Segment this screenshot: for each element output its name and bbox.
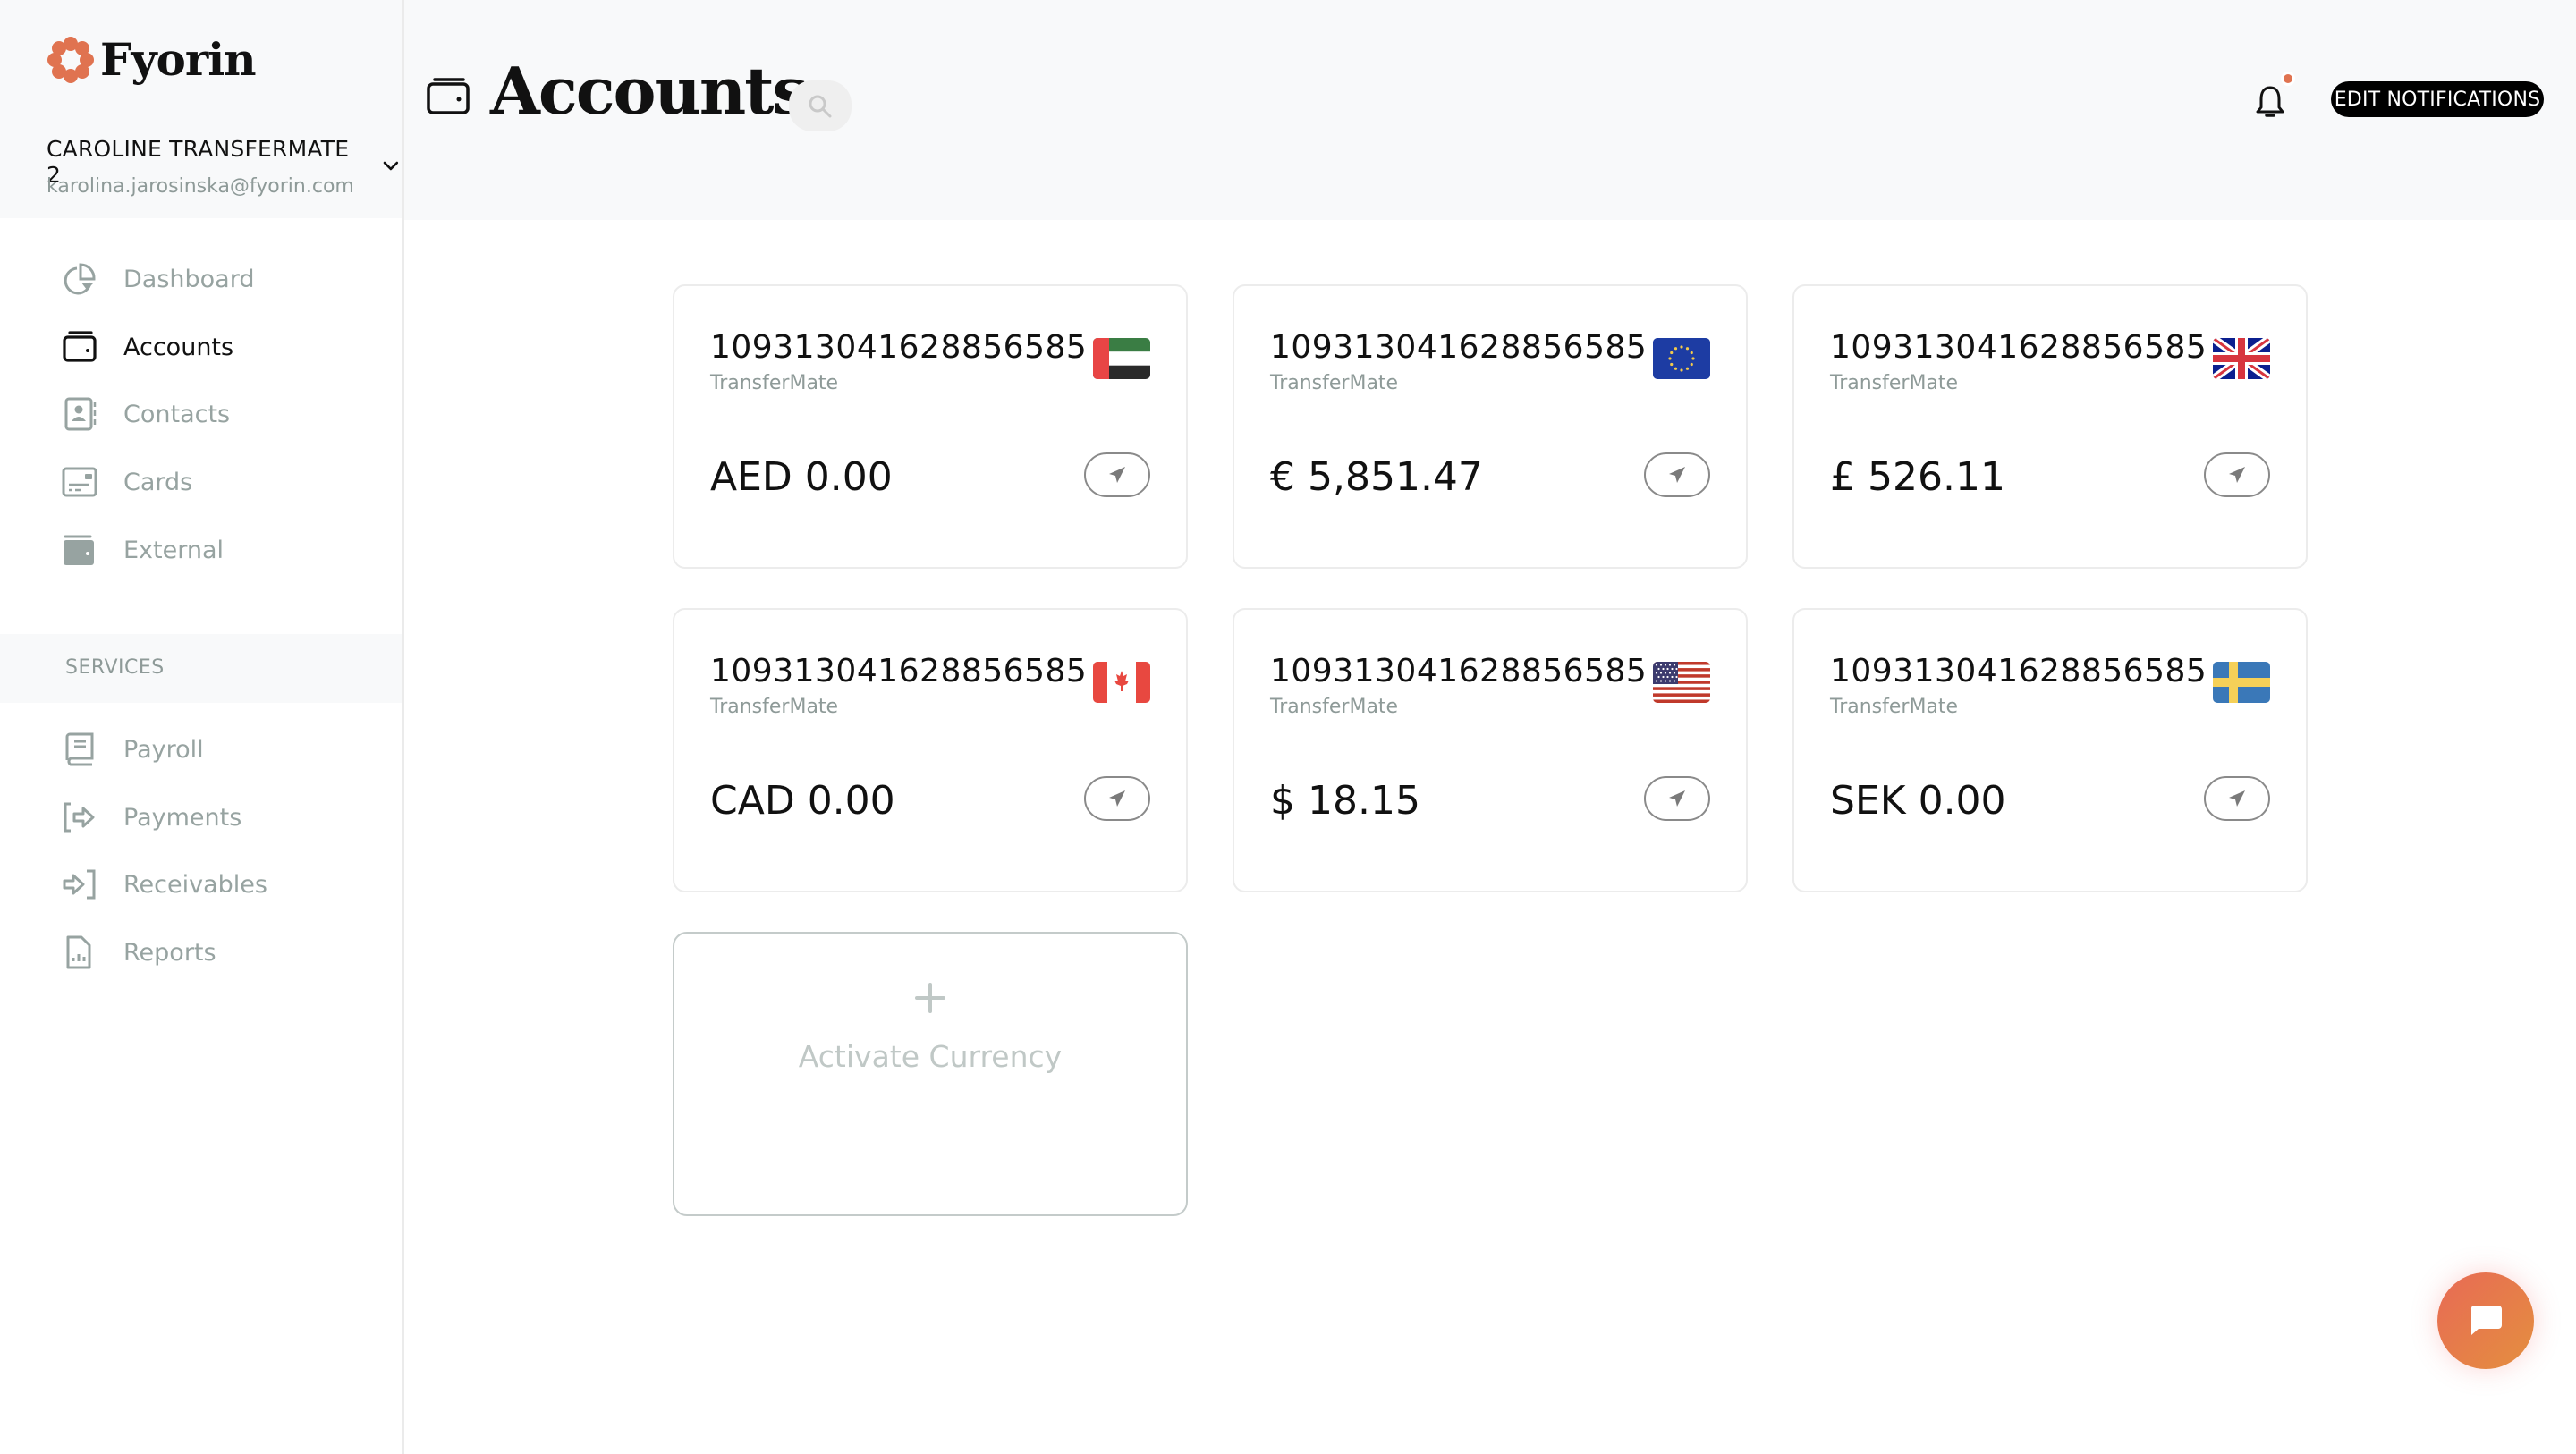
us-flag-icon xyxy=(1653,662,1710,703)
sidebar-item-label: Payroll xyxy=(123,735,204,764)
payroll-book-icon xyxy=(61,731,98,768)
sidebar-item-label: Receivables xyxy=(123,870,267,899)
paper-plane-icon xyxy=(2229,790,2245,807)
sidebar-item-contacts[interactable]: Contacts xyxy=(0,387,402,441)
account-number: 109313041628856585 xyxy=(710,653,1088,689)
sidebar-item-payroll[interactable]: Payroll xyxy=(0,723,402,776)
payment-out-icon xyxy=(61,799,98,836)
support-chat-button[interactable] xyxy=(2437,1272,2534,1369)
eu-flag-icon xyxy=(1653,338,1710,379)
sidebar-item-label: Accounts xyxy=(123,333,234,361)
account-provider: TransferMate xyxy=(1830,696,1959,718)
paper-plane-icon xyxy=(1669,790,1685,807)
brand-logo[interactable]: Fyorin xyxy=(47,33,257,86)
account-number: 109313041628856585 xyxy=(1270,329,1648,366)
send-money-button[interactable] xyxy=(1084,776,1150,821)
notification-badge xyxy=(2281,72,2295,86)
services-section-header: SERVICES xyxy=(0,634,402,703)
canada-flag-icon xyxy=(1093,662,1150,703)
search-icon xyxy=(809,95,832,117)
wallet-icon xyxy=(61,328,98,366)
sidebar-item-label: Cards xyxy=(123,468,193,496)
account-balance: € 5,851.47 xyxy=(1270,454,1483,500)
account-provider: TransferMate xyxy=(1830,372,1959,394)
sidebar-item-receivables[interactable]: Receivables xyxy=(0,858,402,911)
services-label: SERVICES xyxy=(65,656,165,679)
uae-flag-icon xyxy=(1093,338,1150,379)
edit-notifications-button[interactable]: EDIT NOTIFICATIONS xyxy=(2331,81,2544,117)
account-balance: CAD 0.00 xyxy=(710,778,895,824)
sidebar-item-label: Payments xyxy=(123,803,242,832)
wallet-icon xyxy=(427,78,470,114)
paper-plane-icon xyxy=(1109,467,1125,483)
account-number: 109313041628856585 xyxy=(1270,653,1648,689)
account-number: 109313041628856585 xyxy=(1830,329,2207,366)
account-card-eur[interactable]: 109313041628856585 TransferMate € 5,851.… xyxy=(1233,284,1748,569)
notification-bell-icon[interactable] xyxy=(2254,84,2286,120)
user-email: karolina.jarosinska@fyorin.com xyxy=(47,175,354,198)
credit-card-icon xyxy=(61,463,98,501)
account-provider: TransferMate xyxy=(1270,372,1399,394)
activate-currency-label: Activate Currency xyxy=(798,1039,1063,1074)
page-title: Accounts xyxy=(490,53,809,129)
sidebar-item-label: Contacts xyxy=(123,400,231,428)
sidebar-item-accounts[interactable]: Accounts xyxy=(0,320,402,374)
send-money-button[interactable] xyxy=(1644,776,1710,821)
account-provider: TransferMate xyxy=(710,372,839,394)
sweden-flag-icon xyxy=(2213,662,2270,703)
account-balance: SEK 0.00 xyxy=(1830,778,2006,824)
paper-plane-icon xyxy=(1109,790,1125,807)
sidebar-item-label: External xyxy=(123,536,225,564)
paper-plane-icon xyxy=(2229,467,2245,483)
sidebar-item-label: Dashboard xyxy=(123,265,255,293)
fyorin-flower-icon xyxy=(47,37,94,83)
uk-flag-icon xyxy=(2213,338,2270,379)
account-card-cad[interactable]: 109313041628856585 TransferMate CAD 0.00 xyxy=(673,608,1188,892)
sidebar: Fyorin CAROLINE TRANSFERMATE 2 karolina.… xyxy=(0,0,404,1454)
send-money-button[interactable] xyxy=(2204,776,2270,821)
chevron-down-icon[interactable] xyxy=(380,156,402,177)
contact-book-icon xyxy=(61,395,98,433)
sidebar-item-cards[interactable]: Cards xyxy=(0,455,402,509)
account-card-usd[interactable]: 109313041628856585 TransferMate $ 18.15 xyxy=(1233,608,1748,892)
plus-icon xyxy=(915,983,945,1013)
send-money-button[interactable] xyxy=(2204,452,2270,497)
account-balance: $ 18.15 xyxy=(1270,778,1420,824)
account-card-gbp[interactable]: 109313041628856585 TransferMate £ 526.11 xyxy=(1792,284,2308,569)
account-number: 109313041628856585 xyxy=(710,329,1088,366)
paper-plane-icon xyxy=(1669,467,1685,483)
account-card-aed[interactable]: 109313041628856585 TransferMate AED 0.00 xyxy=(673,284,1188,569)
sidebar-item-reports[interactable]: Reports xyxy=(0,926,402,979)
account-provider: TransferMate xyxy=(1270,696,1399,718)
account-balance: £ 526.11 xyxy=(1830,454,2005,500)
account-provider: TransferMate xyxy=(710,696,839,718)
chat-bubble-icon xyxy=(2470,1306,2502,1335)
pie-chart-icon xyxy=(61,260,98,298)
report-file-icon xyxy=(61,934,98,971)
search-button[interactable] xyxy=(789,80,852,131)
sidebar-item-dashboard[interactable]: Dashboard xyxy=(0,252,402,306)
account-number: 109313041628856585 xyxy=(1830,653,2207,689)
account-card-sek[interactable]: 109313041628856585 TransferMate SEK 0.00 xyxy=(1792,608,2308,892)
receivable-in-icon xyxy=(61,866,98,903)
sidebar-item-external[interactable]: External xyxy=(0,523,402,577)
brand-name: Fyorin xyxy=(100,33,257,86)
send-money-button[interactable] xyxy=(1084,452,1150,497)
account-balance: AED 0.00 xyxy=(710,454,893,500)
sidebar-item-payments[interactable]: Payments xyxy=(0,790,402,844)
sidebar-header: Fyorin CAROLINE TRANSFERMATE 2 karolina.… xyxy=(0,0,402,218)
external-wallet-icon xyxy=(61,531,98,569)
sidebar-item-label: Reports xyxy=(123,938,216,967)
activate-currency-button[interactable]: Activate Currency xyxy=(673,932,1188,1216)
send-money-button[interactable] xyxy=(1644,452,1710,497)
